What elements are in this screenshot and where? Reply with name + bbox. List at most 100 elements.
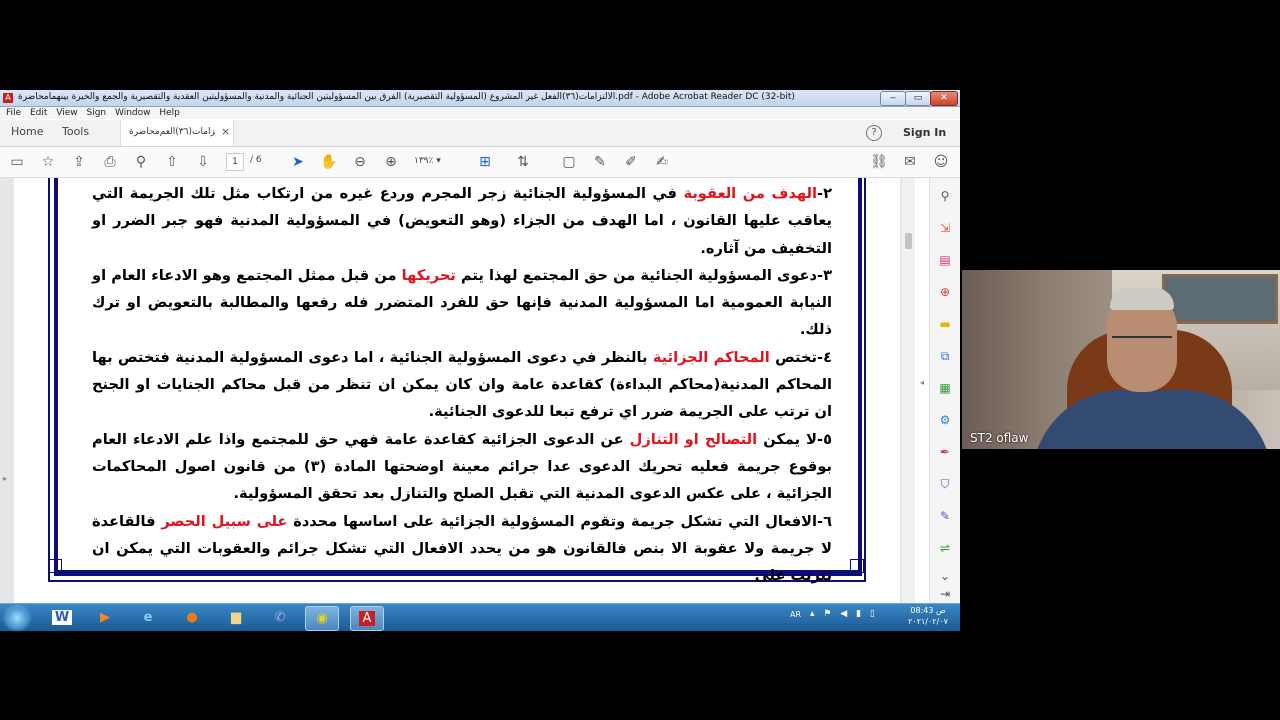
previous-page-icon[interactable]: ⇧	[163, 153, 181, 171]
media-player-icon[interactable]: ▶	[89, 606, 121, 629]
zoom-search-icon[interactable]: ⚲	[132, 153, 150, 171]
zoom-in-icon[interactable]: ⊕	[382, 153, 400, 171]
next-page-icon[interactable]: ⇩	[194, 153, 212, 171]
acrobat-icon[interactable]: A	[350, 606, 384, 631]
chrome-icon[interactable]: ◉	[305, 606, 339, 631]
toolbar: ▭ ☆ ⇪ ⎙ ⚲ ⇧ ⇩ 1 / 6 ➤ ✋ ⊖ ⊕ ١٣٩٪ ▾ ⊞ ⇅ ▢…	[0, 147, 960, 178]
menu-view[interactable]: View	[56, 107, 77, 119]
edit-pdf-icon[interactable]: ▦	[937, 380, 953, 396]
zoom-out-icon[interactable]: ⊖	[351, 153, 369, 171]
paragraph-text: ٢-	[817, 185, 832, 202]
send-for-signature-icon[interactable]: ⚙	[937, 412, 953, 428]
tab-close-icon[interactable]: ×	[221, 125, 230, 138]
window-title: محاضرة‎الالتزامات(٣٦)الفعل غير المشروع (…	[18, 92, 795, 102]
save-icon[interactable]: ▭	[8, 153, 26, 171]
folder-icon[interactable]: ▆	[220, 606, 252, 629]
keyboard-language[interactable]: AR	[790, 610, 801, 619]
highlight-pen-icon[interactable]: ✎	[591, 153, 609, 171]
page-number-input[interactable]: 1	[226, 153, 244, 171]
menu-file[interactable]: File	[6, 107, 21, 119]
sign-in-button[interactable]: Sign In	[903, 126, 946, 139]
highlighted-term: الهدف من العقوبة	[683, 185, 818, 202]
bookmark-star-icon[interactable]: ☆	[39, 153, 57, 171]
chevron-down-icon[interactable]: ⌄	[937, 568, 953, 584]
ie-icon[interactable]: e	[132, 606, 164, 629]
title-bar: A محاضرة‎الالتزامات(٣٦)الفعل غير المشروع…	[0, 90, 960, 107]
menu-bar: File Edit View Sign Window Help	[0, 107, 960, 119]
tab-home[interactable]: Home	[11, 125, 43, 138]
word-icon[interactable]: W	[46, 606, 78, 629]
draw-icon[interactable]: ✐	[622, 153, 640, 171]
firefox-icon[interactable]: ●	[176, 606, 208, 629]
menu-help[interactable]: Help	[159, 107, 180, 119]
video-wall-picture	[1162, 274, 1278, 324]
pdf-page: ٢-الهدف من العقوبة في المسؤولية الجنائية…	[14, 178, 900, 605]
acrobat-window: A محاضرة‎الالتزامات(٣٦)الفعل غير المشروع…	[0, 90, 960, 605]
sign-icon[interactable]: ✎	[937, 508, 953, 524]
tab-tools[interactable]: Tools	[62, 125, 89, 138]
more-tools-icon[interactable]: ⇌	[937, 540, 953, 556]
print-icon[interactable]: ⎙	[101, 153, 119, 171]
vertical-scrollbar[interactable]	[902, 178, 915, 605]
paragraph-text: ٣-دعوى المسؤولية الجنائية من حق المجتمع …	[455, 266, 832, 284]
protect-icon[interactable]: ⛉	[937, 476, 953, 492]
select-cursor-icon[interactable]: ➤	[289, 153, 307, 171]
collapse-panel-icon[interactable]: ⇥	[937, 586, 953, 602]
page-display-icon[interactable]: ⊞	[476, 153, 494, 171]
clock[interactable]: ص 08:43 ٢٠٢١/٠٢/٠٧	[905, 605, 951, 627]
maximize-button[interactable]: ▭	[905, 91, 931, 106]
pdf-icon: A	[3, 93, 13, 103]
combine-files-icon[interactable]: ⧉	[937, 348, 953, 364]
zoom-level-select[interactable]: ١٣٩٪ ▾	[414, 153, 460, 169]
document-area: ▸ ٢-الهدف من العقوبة في المسؤولية الجنائ…	[0, 178, 915, 605]
export-pdf-icon[interactable]: ⇲	[937, 220, 953, 236]
organize-pages-icon[interactable]: ▤	[937, 252, 953, 268]
tab-document[interactable]: محاضرة‎الالتزامات(٣٦)العم... ×	[120, 120, 234, 146]
document-paragraph: ٦-الافعال التي تشكل جريمة وتقوم المسؤولي…	[92, 508, 832, 590]
menu-edit[interactable]: Edit	[30, 107, 47, 119]
document-paragraph: ٣-دعوى المسؤولية الجنائية من حق المجتمع …	[92, 262, 832, 344]
comment-tool-icon[interactable]: ▬	[937, 316, 953, 332]
scrollbar-thumb[interactable]	[905, 233, 912, 249]
left-panel-toggle-icon[interactable]: ▸	[3, 474, 7, 483]
highlighted-term: المحاكم الجزائية	[652, 348, 770, 366]
border-corner-ornament	[850, 559, 864, 573]
menu-window[interactable]: Window	[115, 107, 151, 119]
share-link-icon[interactable]: ⛓	[870, 153, 888, 171]
start-button[interactable]	[6, 607, 28, 629]
video-person-hair	[1110, 288, 1174, 310]
help-icon[interactable]: ?	[866, 125, 882, 141]
video-person-glasses	[1112, 336, 1172, 348]
document-text: ٢-الهدف من العقوبة في المسؤولية الجنائية…	[92, 180, 832, 589]
close-button[interactable]: ✕	[930, 91, 958, 106]
minimize-button[interactable]: ‒	[880, 91, 906, 106]
tab-bar: Home Tools محاضرة‎الالتزامات(٣٦)العم... …	[0, 120, 960, 147]
highlighted-term: تحريكها	[401, 266, 456, 284]
menu-sign[interactable]: Sign	[86, 107, 106, 119]
comment-icon[interactable]: ▢	[560, 153, 578, 171]
viber-icon[interactable]: ✆	[264, 606, 296, 629]
participant-name-label: ST2 oflaw	[970, 431, 1029, 445]
create-pdf-icon[interactable]: ⊕	[937, 284, 953, 300]
fill-and-sign-icon[interactable]: ✒	[937, 444, 953, 460]
highlighted-term: على سبيل الحصر	[161, 512, 288, 530]
tab-document-label: محاضرة‎الالتزامات(٣٦)العم...	[129, 127, 215, 137]
border-corner-ornament	[48, 559, 62, 573]
scroll-mode-icon[interactable]: ⇅	[514, 153, 532, 171]
paragraph-text: ٤-تختص	[769, 348, 832, 366]
document-paragraph: ٥-لا يمكن التصالح او التنازل عن الدعوى ا…	[92, 426, 832, 508]
right-panel-collapse-icon[interactable]: ◂	[920, 378, 924, 387]
clock-date: ٢٠٢١/٠٢/٠٧	[908, 617, 948, 626]
system-tray-icons[interactable]: ▴ ⚑ ◀ ▮ ▯	[810, 609, 878, 619]
zoom-value: ١٣٩٪	[414, 156, 434, 166]
email-icon[interactable]: ✉	[901, 153, 919, 171]
fill-sign-icon[interactable]: ✍	[653, 153, 671, 171]
windows-taskbar: W ▶ e ● ▆ ✆ ◉ A AR ▴ ⚑ ◀ ▮ ▯ ص 08:43 ٢٠٢…	[0, 603, 960, 631]
hand-tool-icon[interactable]: ✋	[320, 153, 338, 171]
upload-icon[interactable]: ⇪	[70, 153, 88, 171]
search-icon[interactable]: ⚲	[937, 188, 953, 204]
page-total: / 6	[250, 155, 262, 165]
paragraph-text: ٥-لا يمكن	[757, 430, 832, 448]
right-tools-panel: ◂ ⚲ ⇲ ▤ ⊕ ▬ ⧉ ▦ ⚙ ✒ ⛉ ✎ ⇌ ⌄ ⇥	[920, 178, 960, 605]
add-person-icon[interactable]: ☺	[932, 153, 950, 171]
